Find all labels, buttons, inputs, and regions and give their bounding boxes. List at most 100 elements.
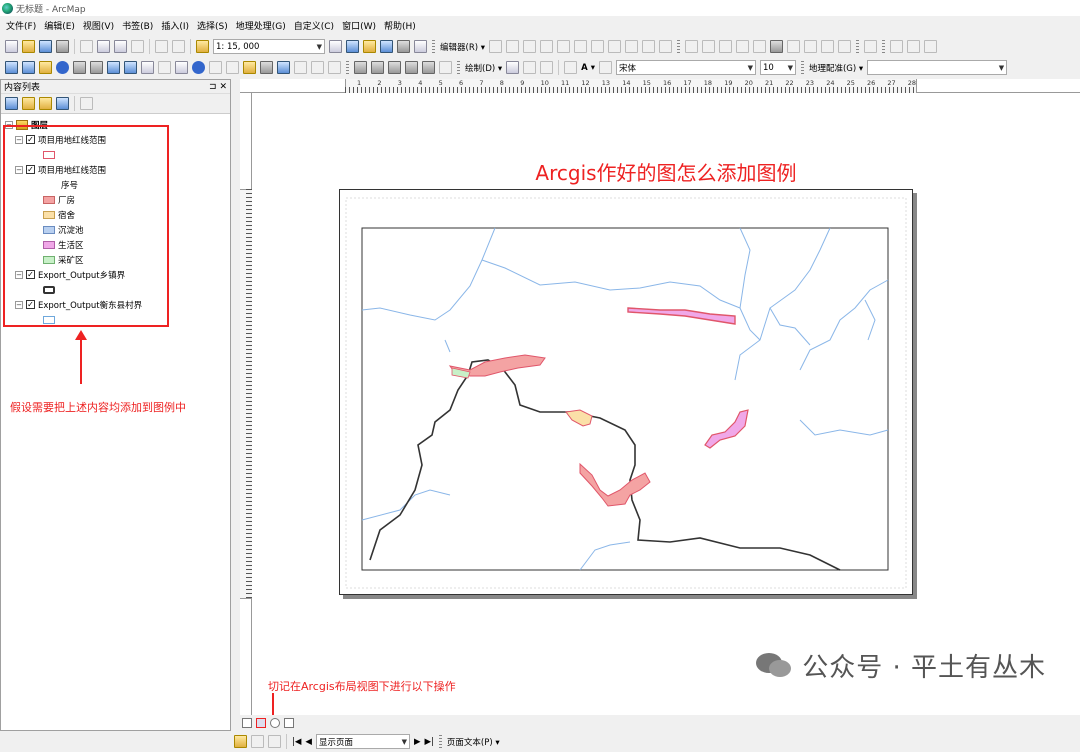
page-toolbar-icon[interactable] [268, 735, 281, 748]
menu-view[interactable]: 视图(V) [81, 19, 120, 32]
rectangle-icon[interactable] [564, 61, 578, 74]
map-frame-svg[interactable] [340, 190, 914, 596]
toolbar-grip[interactable] [677, 39, 681, 54]
print-icon[interactable] [56, 40, 69, 53]
last-page-icon[interactable]: ▶| [423, 737, 436, 747]
table-of-contents-icon[interactable] [346, 40, 359, 53]
layout-pan-icon[interactable] [388, 61, 401, 74]
page-combo[interactable]: 显示页面 ▼ [315, 734, 410, 749]
edit-annotation-icon[interactable] [506, 40, 520, 53]
previous-page-icon[interactable]: ◀ [303, 737, 314, 747]
georeference-layer-icon[interactable] [864, 40, 878, 53]
zoom-out-icon[interactable] [22, 61, 35, 74]
catalog-icon[interactable] [363, 40, 376, 53]
refresh-view-icon[interactable] [270, 718, 280, 728]
list-by-selection-icon[interactable] [56, 97, 69, 110]
zoom-whole-page-icon[interactable] [405, 61, 418, 74]
endpoint-arc-icon[interactable] [540, 40, 554, 53]
toolbar-grip[interactable] [457, 60, 460, 75]
data-frame[interactable] [361, 227, 889, 571]
edit-tool-icon[interactable] [489, 40, 503, 53]
select-elements-icon[interactable] [175, 61, 188, 74]
menu-file[interactable]: 文件(F) [4, 19, 42, 32]
redo-icon[interactable] [172, 40, 185, 53]
forward-extent-icon[interactable] [124, 61, 137, 74]
extra-tool-icon[interactable] [924, 40, 938, 53]
cut-icon[interactable] [80, 40, 93, 53]
rotate-icon[interactable] [642, 40, 656, 53]
time-slider-icon[interactable] [311, 61, 324, 74]
edit-vertices-draw-icon[interactable] [598, 61, 612, 74]
menu-bookmarks[interactable]: 书签(B) [120, 19, 159, 32]
create-viewer-icon[interactable] [328, 61, 341, 74]
open-folder-icon[interactable] [22, 40, 35, 53]
toolbar-grip[interactable] [800, 60, 804, 75]
menu-selection[interactable]: 选择(S) [195, 19, 234, 32]
georeferencing-menu[interactable]: 地理配准(G) ▾ [807, 62, 865, 74]
layout-page[interactable] [339, 189, 913, 595]
measure-tool-icon[interactable] [243, 61, 256, 74]
grid-icon[interactable] [821, 40, 835, 53]
table-icon[interactable] [838, 40, 852, 53]
delete-icon[interactable] [131, 40, 144, 53]
arctoolbox-icon[interactable] [397, 40, 410, 53]
attributes-icon[interactable] [659, 40, 673, 53]
list-by-source-icon[interactable] [22, 97, 35, 110]
paste-icon[interactable] [114, 40, 127, 53]
first-page-icon[interactable]: |◀ [290, 737, 303, 747]
edit-vertices-icon[interactable] [574, 40, 588, 53]
undo-icon[interactable] [155, 40, 168, 53]
select-elements-draw-icon[interactable] [506, 61, 520, 74]
fixed-zoom-in-icon[interactable] [73, 61, 86, 74]
text-tool-icon[interactable]: A ▾ [579, 63, 597, 73]
python-window-icon[interactable] [414, 40, 427, 53]
list-by-visibility-icon[interactable] [39, 97, 52, 110]
data-driven-pages-icon[interactable] [234, 735, 247, 748]
topology-edit-icon[interactable] [719, 40, 733, 53]
menu-help[interactable]: 帮助(H) [382, 19, 422, 32]
save-icon[interactable] [39, 40, 52, 53]
topology-icon[interactable] [685, 40, 699, 53]
menu-geoprocessing[interactable]: 地理处理(G) [234, 19, 292, 32]
menu-windows[interactable]: 窗口(W) [340, 19, 382, 32]
list-by-drawing-order-icon[interactable] [5, 97, 18, 110]
snapping-icon[interactable] [787, 40, 801, 53]
rotate-element-icon[interactable] [523, 61, 537, 74]
toolbar-grip[interactable] [346, 60, 349, 75]
toolbar-grip[interactable] [438, 734, 442, 749]
georef-layer-combo[interactable]: ▼ [867, 60, 1008, 75]
toolbar-grip[interactable] [856, 39, 860, 54]
measure-icon[interactable] [804, 40, 818, 53]
horizontal-ruler[interactable]: 1 2 3 4 5 6 7 8 9 10 11 12 13 14 15 16 17 18 19 20 21 22 23 24 2… [240, 79, 1080, 93]
menu-insert[interactable]: 插入(I) [159, 19, 195, 32]
find-binoculars-icon[interactable] [260, 61, 273, 74]
fixed-zoom-out-icon[interactable] [90, 61, 103, 74]
find-route-icon[interactable] [277, 61, 290, 74]
identify-icon[interactable] [192, 61, 205, 74]
extra-tool-icon[interactable] [907, 40, 921, 53]
vertical-ruler[interactable] [240, 93, 252, 715]
layout-view-button[interactable] [256, 718, 266, 728]
menu-customize[interactable]: 自定义(C) [292, 19, 340, 32]
identify-results-icon[interactable] [890, 40, 904, 53]
add-data-icon[interactable] [196, 40, 209, 53]
zoom-in-icon[interactable] [5, 61, 18, 74]
page-text-menu[interactable]: 页面文本(P) ▾ [445, 736, 502, 748]
go-to-xy-icon[interactable] [294, 61, 307, 74]
font-size-combo[interactable]: 10 ▼ [759, 60, 796, 75]
layout-canvas[interactable]: Arcgis作好的图怎么添加图例 切记在Arcgis布局视图下进行以下操作 公众… [252, 93, 1080, 726]
trace-icon[interactable] [557, 40, 571, 53]
pan-icon[interactable] [39, 61, 52, 74]
map-scale-combo[interactable]: 1: 15, 000 ▼ [213, 39, 325, 54]
split-icon[interactable] [625, 40, 639, 53]
next-page-icon[interactable]: ▶ [412, 737, 423, 747]
editor-toolbar-toggle-icon[interactable] [329, 40, 342, 53]
data-view-button[interactable] [242, 718, 252, 728]
hyperlink-icon[interactable] [209, 61, 222, 74]
toc-pin-close-controls[interactable]: ⊐ ✕ [209, 82, 227, 92]
toolbar-grip[interactable] [882, 39, 886, 54]
pause-drawing-icon[interactable] [284, 718, 294, 728]
html-popup-icon[interactable] [226, 61, 239, 74]
zoom-100-icon[interactable] [422, 61, 435, 74]
layout-zoom-out-icon[interactable] [371, 61, 384, 74]
